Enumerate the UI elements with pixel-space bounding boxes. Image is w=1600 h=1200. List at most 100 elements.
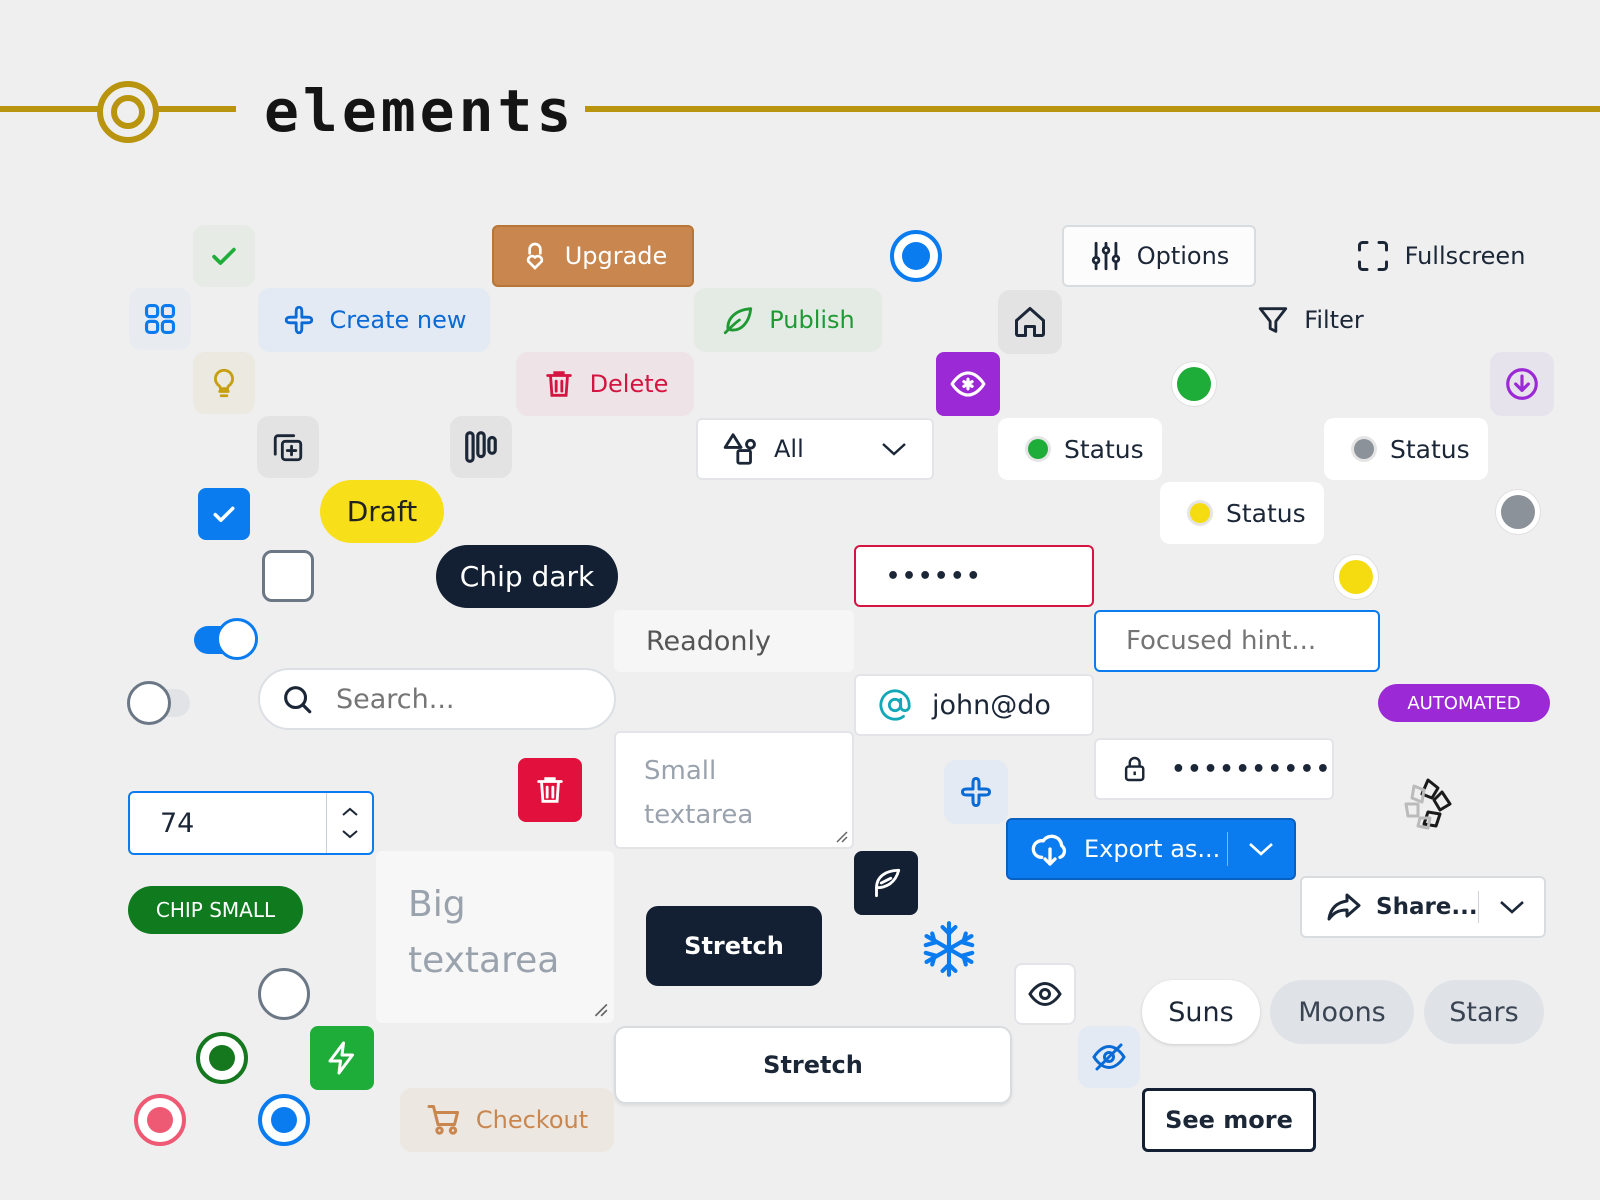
export-button[interactable]: Export as... — [1008, 820, 1227, 878]
checkout-button[interactable]: Checkout — [400, 1088, 614, 1152]
options-button[interactable]: Options — [1062, 225, 1256, 287]
focused-field[interactable] — [1094, 610, 1380, 672]
home-icon — [1015, 307, 1045, 337]
radio-red[interactable] — [134, 1094, 186, 1146]
resize-handle-icon[interactable] — [834, 829, 848, 843]
status-badge-green: Status — [998, 418, 1162, 480]
share-label: Share... — [1376, 894, 1478, 920]
status-dot — [1354, 439, 1374, 459]
trash-icon — [545, 371, 572, 397]
resize-handle-icon[interactable] — [592, 1001, 608, 1017]
radio-blue[interactable] — [258, 1094, 310, 1146]
chip-small[interactable]: CHIP SMALL — [128, 886, 303, 934]
small-textarea[interactable]: Small textarea — [614, 731, 854, 849]
chip-dark[interactable]: Chip dark — [436, 545, 618, 608]
status-dot-gray — [1496, 490, 1540, 534]
eye-off-icon-button[interactable] — [1078, 1026, 1140, 1088]
password-value: •••••• — [886, 563, 983, 589]
stretch-dark-button[interactable]: Stretch — [646, 906, 822, 986]
share-dropdown-toggle[interactable] — [1479, 898, 1544, 916]
stretch-light-button[interactable]: Stretch — [614, 1026, 1012, 1104]
share-split-button[interactable]: Share... — [1300, 876, 1546, 938]
eye-icon-button[interactable] — [1014, 963, 1076, 1025]
chevron-down-icon — [882, 443, 906, 456]
chevron-up-icon[interactable] — [341, 806, 359, 818]
fullscreen-label: Fullscreen — [1404, 242, 1526, 270]
shapes-icon — [723, 433, 756, 465]
type-select[interactable]: All — [696, 418, 934, 480]
big-textarea[interactable]: Big textarea — [376, 851, 614, 1023]
checkbox-unchecked[interactable] — [262, 550, 314, 602]
plus-icon-button[interactable] — [944, 760, 1008, 824]
export-split-button[interactable]: Export as... — [1006, 818, 1296, 880]
page-title: elements — [264, 77, 576, 145]
chevron-down-icon — [1499, 901, 1524, 914]
feather-icon — [875, 868, 901, 898]
status-dot-green — [1172, 362, 1216, 406]
fullscreen-icon — [1357, 241, 1388, 271]
search-input[interactable] — [336, 683, 576, 715]
quantity-value[interactable]: 74 — [130, 808, 326, 839]
email-field[interactable]: john@do — [854, 674, 1094, 736]
filter-label: Filter — [1304, 306, 1364, 334]
eye-icon — [950, 371, 986, 397]
upgrade-button[interactable]: Upgrade — [492, 225, 694, 287]
feather-icon-button[interactable] — [854, 851, 918, 915]
status-dot — [1028, 439, 1048, 459]
export-dropdown-toggle[interactable] — [1228, 840, 1294, 858]
search-field[interactable] — [258, 668, 616, 730]
download-icon-button[interactable] — [1490, 352, 1554, 416]
upgrade-label: Upgrade — [564, 242, 668, 270]
eye-icon-button[interactable] — [936, 352, 1000, 416]
password-field-error[interactable]: •••••• — [854, 545, 1094, 607]
snowflake-icon — [918, 918, 980, 980]
eye-icon — [1028, 981, 1062, 1007]
password-field[interactable]: •••••••••• — [1094, 738, 1334, 800]
checkbox-checked[interactable] — [198, 488, 250, 540]
toggle-on[interactable] — [194, 618, 258, 660]
readonly-field: Readonly — [614, 610, 854, 672]
password-value: •••••••••• — [1171, 756, 1332, 782]
header-line-right — [585, 106, 1600, 112]
delete-button[interactable]: Delete — [516, 352, 694, 416]
filter-button[interactable]: Filter — [1250, 290, 1370, 350]
chevron-down-icon[interactable] — [341, 828, 359, 840]
grid-icon — [144, 303, 176, 335]
cloud-download-icon — [1031, 834, 1067, 866]
publish-button[interactable]: Publish — [694, 288, 882, 352]
bulb-icon-button[interactable] — [193, 352, 255, 414]
status-dot — [1190, 503, 1210, 523]
filter-icon — [1259, 307, 1288, 333]
radio-empty[interactable] — [258, 968, 310, 1020]
lock-heart-icon — [526, 242, 543, 270]
segment-moons[interactable]: Moons — [1270, 980, 1414, 1044]
trash-icon — [537, 777, 563, 803]
focused-input[interactable] — [1126, 626, 1366, 656]
create-new-button[interactable]: Create new — [258, 288, 490, 352]
bulb-icon — [214, 368, 234, 398]
bolt-icon-button[interactable] — [310, 1026, 374, 1090]
select-value: All — [774, 435, 804, 463]
radio-green[interactable] — [196, 1032, 248, 1084]
check-icon-button[interactable] — [193, 225, 255, 287]
eye-off-icon — [1092, 1043, 1126, 1071]
copy-plus-icon-button[interactable] — [257, 416, 319, 478]
email-value: john@do — [932, 689, 1051, 721]
checkout-label: Checkout — [475, 1106, 589, 1134]
status-label: Status — [1390, 434, 1470, 464]
trash-icon-button[interactable] — [518, 758, 582, 822]
segment-suns[interactable]: Suns — [1142, 980, 1260, 1044]
segment-stars[interactable]: Stars — [1424, 980, 1544, 1044]
grid-icon-button[interactable] — [129, 288, 191, 350]
home-icon-button[interactable] — [998, 290, 1062, 354]
bars-icon-button[interactable] — [450, 416, 512, 478]
big-textarea-placeholder: Big textarea — [408, 884, 560, 981]
at-icon — [879, 689, 911, 721]
fullscreen-button[interactable]: Fullscreen — [1350, 225, 1530, 287]
see-more-button[interactable]: See more — [1142, 1088, 1316, 1152]
radio-selected-top[interactable] — [890, 230, 942, 282]
draft-chip[interactable]: Draft — [320, 480, 444, 543]
share-button[interactable]: Share... — [1302, 889, 1478, 925]
toggle-off[interactable] — [127, 681, 190, 725]
quantity-stepper[interactable]: 74 — [128, 791, 374, 855]
